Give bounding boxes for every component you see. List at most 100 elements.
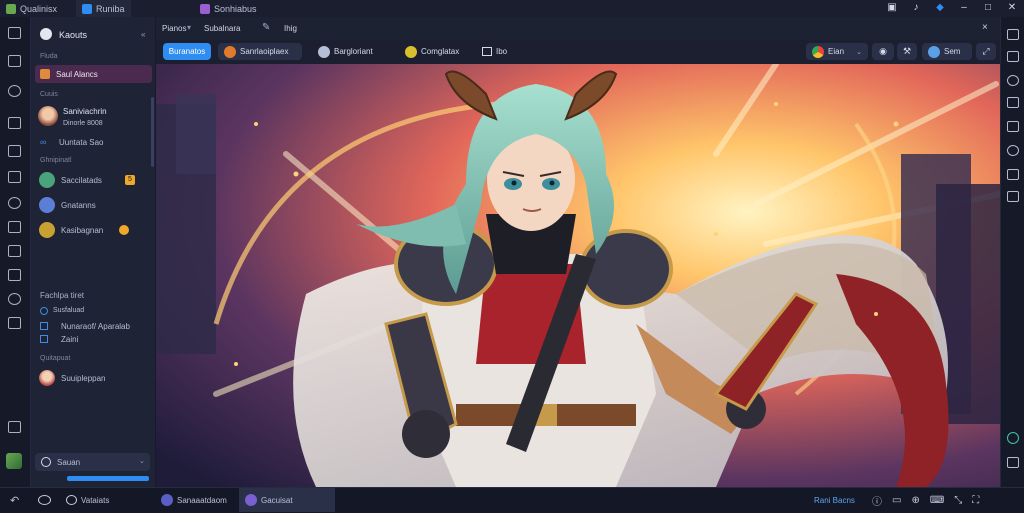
back-button[interactable]: ↶	[10, 488, 19, 512]
volume-icon[interactable]: ♪	[910, 2, 922, 14]
gamepad-icon[interactable]: ⊕	[911, 495, 919, 506]
chat-button[interactable]: Vataiats	[66, 488, 109, 512]
sub-label: Susfaluad	[53, 307, 85, 314]
chart-icon[interactable]	[8, 221, 21, 233]
window-icon[interactable]	[1007, 97, 1019, 108]
tab-sonhiabus[interactable]: Sonhiabus	[194, 0, 263, 17]
chevron-down-icon: ⌄	[139, 458, 145, 465]
sidebar-item-label: Saul Alancs	[56, 70, 98, 79]
resize-icon[interactable]: ⤡	[954, 495, 962, 506]
user-icon[interactable]	[1007, 75, 1019, 86]
close-icon[interactable]: ✕	[1006, 2, 1018, 14]
taskbar-app-active[interactable]: Gacuisat	[239, 488, 335, 512]
grid-icon[interactable]	[8, 27, 21, 39]
sidebar-link[interactable]: Uuntata Sao	[59, 138, 103, 147]
display-icon[interactable]: ▭	[892, 495, 901, 506]
taskbar-app-label: Gacuisat	[261, 495, 293, 505]
tool-button[interactable]: ⚒	[897, 43, 917, 60]
contact-name[interactable]: Kasibagnan	[61, 226, 103, 235]
app-icon	[82, 3, 92, 14]
chevron-down-icon: ▾	[187, 23, 192, 32]
badge-icon[interactable]: ◆	[934, 2, 946, 14]
section-label: Ghnipinatl	[40, 157, 72, 164]
file-icon[interactable]	[8, 245, 21, 257]
browser-icon	[812, 45, 824, 58]
checkbox-icon[interactable]	[40, 335, 48, 343]
contact-name[interactable]: Suuipleppan	[61, 374, 105, 383]
flag-icon[interactable]	[1007, 51, 1019, 62]
toolbar-item[interactable]: Sanrlaoiplaex	[218, 43, 302, 60]
app-store-icon[interactable]	[6, 453, 22, 469]
browser-select[interactable]: Eian ⌄	[806, 43, 868, 60]
image-icon[interactable]	[8, 55, 21, 67]
toolbar-item[interactable]: Comglatax	[399, 43, 465, 60]
avatar[interactable]	[39, 370, 55, 386]
taskbar-label: Vataiats	[81, 495, 110, 505]
toolbar-item[interactable]: Ibo	[476, 43, 513, 60]
close-icon[interactable]: ×	[982, 22, 988, 33]
tab-qualinisx[interactable]: Qualinisx	[0, 0, 63, 17]
settings-icon[interactable]	[1007, 121, 1019, 132]
pin-icon[interactable]	[8, 85, 21, 97]
back-icon: ↶	[10, 494, 20, 507]
tab-label: Qualinisx	[20, 3, 58, 14]
layout-icon[interactable]	[8, 269, 21, 281]
radio-icon[interactable]	[40, 307, 48, 315]
app-icon	[200, 3, 210, 14]
list-icon[interactable]	[8, 317, 21, 329]
sidebar-toggle-icon[interactable]	[1007, 457, 1019, 468]
right-icon-rail	[1000, 17, 1024, 487]
toolbar-item[interactable]: Bargloriant	[312, 43, 379, 60]
avatar[interactable]	[39, 197, 55, 213]
breadcrumb[interactable]: Subalnara	[204, 24, 240, 33]
checkbox-icon[interactable]	[40, 322, 48, 330]
contact-name[interactable]: Gnatanns	[61, 201, 96, 210]
avatar[interactable]	[39, 172, 55, 188]
home-button[interactable]	[38, 488, 51, 512]
keyboard-icon[interactable]: ⌨	[930, 495, 944, 506]
share-icon[interactable]	[1007, 169, 1019, 180]
checklist-item[interactable]: Zaini	[61, 335, 78, 344]
expand-button[interactable]: ⤢	[976, 43, 996, 60]
app-logo-icon	[6, 3, 16, 14]
content-header: Pianos ▾ Subalnara ✎ Ihig ×	[156, 17, 1000, 40]
view-button[interactable]: ◉	[872, 43, 894, 60]
tab-runiba[interactable]: Runiba	[76, 0, 131, 17]
anime-artwork-image	[156, 64, 1000, 487]
avatar[interactable]	[39, 222, 55, 238]
calendar-icon	[482, 47, 492, 56]
taskbar-app[interactable]: Sanaaatdaom	[155, 488, 233, 512]
tab-label: Sonhiabus	[214, 3, 257, 14]
maximize-icon[interactable]: □	[982, 2, 994, 14]
minimize-icon[interactable]: –	[958, 2, 970, 14]
toolbar-item[interactable]: Sem	[922, 43, 972, 60]
window-copy-icon[interactable]: ▣	[886, 2, 898, 14]
fullscreen-icon[interactable]: ⛶	[972, 495, 979, 506]
globe-icon[interactable]	[8, 197, 21, 209]
breadcrumb[interactable]: Pianos	[162, 24, 186, 33]
status-text[interactable]: Rani Bacns	[814, 488, 855, 512]
avatar[interactable]	[38, 106, 58, 126]
breadcrumb[interactable]: Ihig	[284, 24, 297, 33]
folder-icon[interactable]	[1007, 191, 1019, 202]
circle-icon	[41, 457, 51, 467]
scrollbar[interactable]	[151, 97, 154, 167]
checklist-item[interactable]: Nunaraof/ Aparalab	[61, 322, 130, 331]
time-icon[interactable]	[8, 293, 21, 305]
bottom-select[interactable]: Sauan ⌄	[35, 453, 150, 471]
contact-name[interactable]: Saccilatads	[61, 176, 102, 185]
edit-icon[interactable]: ✎	[262, 22, 270, 33]
sync-icon[interactable]	[1007, 145, 1019, 156]
status-dot-icon	[119, 225, 129, 235]
check-icon[interactable]	[8, 117, 21, 129]
collapse-icon[interactable]: «	[141, 31, 149, 39]
status-icon[interactable]	[1007, 432, 1019, 444]
document-icon[interactable]	[8, 145, 21, 157]
screenshot-icon[interactable]	[1007, 29, 1019, 40]
logo-icon	[40, 28, 52, 40]
square-icon[interactable]	[8, 171, 21, 183]
home-icon[interactable]	[8, 421, 21, 433]
primary-button[interactable]: Buranatos	[163, 43, 211, 60]
sidebar-item-highlight[interactable]: Saul Alancs	[35, 65, 152, 83]
info-icon[interactable]: ⓘ	[872, 493, 882, 508]
